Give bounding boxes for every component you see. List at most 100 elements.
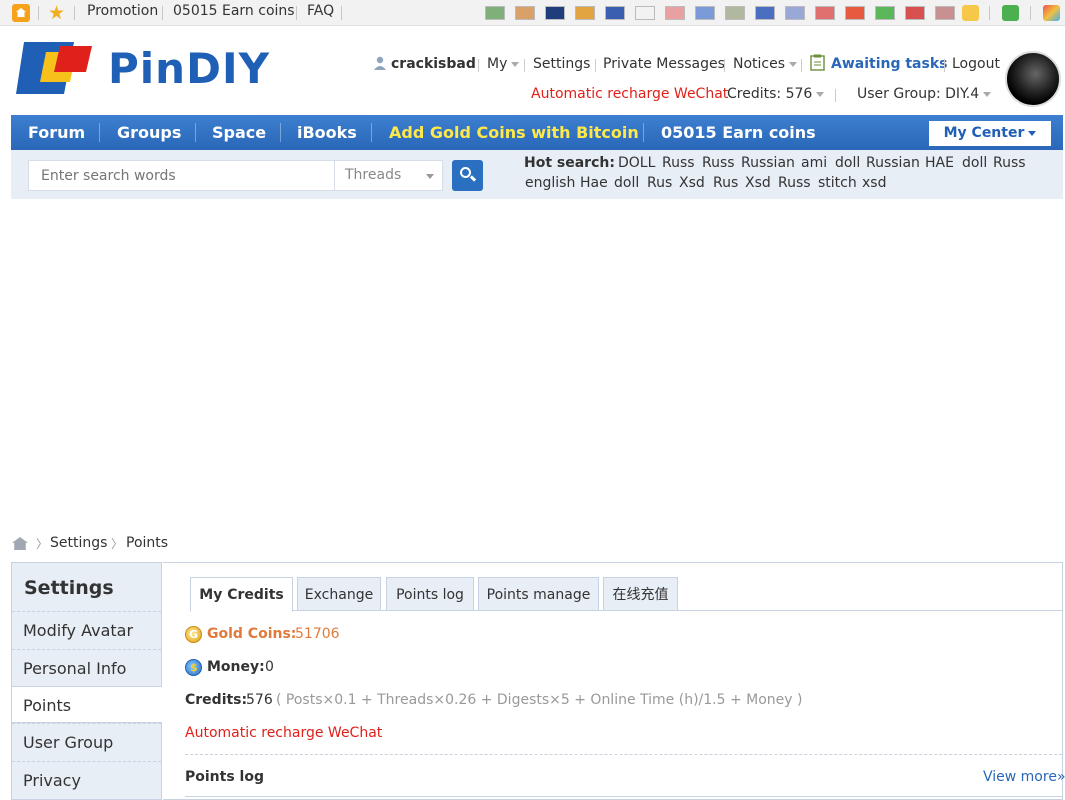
flag-icon[interactable] [845,6,865,20]
avatar[interactable] [1005,51,1061,107]
flag-icon[interactable] [785,6,805,20]
notices-menu[interactable]: Notices [733,56,798,72]
divider [74,6,75,20]
logout-link[interactable]: Logout [952,56,1000,72]
credits-label: Credits: [185,692,248,708]
flag-icon[interactable] [485,6,505,20]
sidebar-item-personal-info[interactable]: Personal Info [12,649,161,686]
search-type-value: Threads [345,167,402,183]
home-icon[interactable] [12,537,28,550]
hot-search-word[interactable]: Russian [866,155,920,171]
username-link[interactable]: crackisbad [391,56,476,72]
money-value: 0 [265,659,274,675]
divider [724,59,725,72]
hot-search-word[interactable]: stitch [818,175,857,191]
money-icon [185,659,202,676]
awaiting-tasks-link[interactable]: Awaiting tasks [831,56,947,72]
tab-points-log[interactable]: Points log [386,577,474,611]
credits-menu[interactable]: Credits: 576 [727,86,825,102]
flag-icon[interactable] [815,6,835,20]
hot-search-word[interactable]: DOLL [618,155,655,171]
tab-exchange[interactable]: Exchange [297,577,381,611]
hot-search-word[interactable]: Russ [993,155,1026,171]
promotion-link[interactable]: Promotion [87,3,158,19]
hot-search-word[interactable]: xsd [862,175,886,191]
star-icon[interactable]: ★ [48,2,65,24]
flag-icon[interactable] [545,6,565,20]
nav-add-gold-coins[interactable]: Add Gold Coins with Bitcoin [389,115,639,150]
glasses-icon[interactable] [962,5,979,21]
sidebar-item-modify-avatar[interactable]: Modify Avatar [12,611,161,648]
recycle-icon[interactable] [1002,5,1019,21]
nav-earn-coins[interactable]: 05015 Earn coins [661,115,816,150]
my-center-button[interactable]: My Center [929,121,1051,146]
view-more-link[interactable]: View more» [983,769,1065,785]
divider [989,6,990,20]
private-messages-link[interactable]: Private Messages [603,56,725,72]
breadcrumb-settings[interactable]: Settings [50,535,107,551]
hot-search-word[interactable]: english [525,175,575,191]
flag-icon[interactable] [875,6,895,20]
sidebar-item-user-group[interactable]: User Group [12,723,161,760]
hot-search-word[interactable]: Russ [662,155,695,171]
home-icon[interactable] [12,4,30,22]
flag-icon[interactable] [695,6,715,20]
user-group-menu[interactable]: User Group: DIY.4 [857,86,992,102]
hot-search-word[interactable]: doll [962,155,987,171]
flag-icon[interactable] [755,6,775,20]
chevron-down-icon [816,91,825,97]
tab-my-credits[interactable]: My Credits [190,577,293,612]
chevron-down-icon [983,91,992,97]
divider [185,754,1062,755]
settings-link[interactable]: Settings [533,56,590,72]
flag-icon[interactable] [665,6,685,20]
tab-online-recharge[interactable]: 在线充值 [603,577,678,611]
faq-link[interactable]: FAQ [307,3,334,19]
flag-icon[interactable] [575,6,595,20]
flag-icon[interactable] [515,6,535,20]
nav-forum[interactable]: Forum [28,115,85,150]
chevron-down-icon [426,174,434,179]
hot-search-word[interactable]: Rus [647,175,672,191]
search-button[interactable] [452,160,483,191]
flag-icon[interactable] [905,6,925,20]
divider [1030,6,1031,20]
hot-search-word[interactable]: Hae [580,175,608,191]
flag-icon[interactable] [635,6,655,20]
earn-coins-link[interactable]: 05015 Earn coins [173,3,295,19]
flag-icon[interactable] [605,6,625,20]
logo-text[interactable]: PinDIY [108,42,270,96]
flag-icon[interactable] [725,6,745,20]
hot-search-word[interactable]: Rus [713,175,738,191]
clipboard-icon [810,54,825,71]
recharge-wechat-link[interactable]: Automatic recharge WeChat [531,86,728,102]
recharge-wechat-link[interactable]: Automatic recharge WeChat [185,725,382,741]
flag-icon[interactable] [935,6,955,20]
my-menu[interactable]: My [487,56,520,72]
divider [835,89,836,102]
divider [643,123,644,142]
search-type-select[interactable]: Threads [334,160,443,191]
sidebar-item-privacy[interactable]: Privacy [12,761,161,798]
hot-search-word[interactable]: HAE [925,155,954,171]
hot-search-word[interactable]: Xsd [679,175,705,191]
divider [195,123,196,142]
hot-search-word[interactable]: Russ [702,155,735,171]
hot-search-word[interactable]: ami [801,155,827,171]
nav-ibooks[interactable]: iBooks [297,115,357,150]
search-input[interactable] [28,160,335,191]
breadcrumb-points[interactable]: Points [126,535,168,551]
hot-search-word[interactable]: Xsd [745,175,771,191]
nav-groups[interactable]: Groups [117,115,181,150]
tab-points-manage[interactable]: Points manage [478,577,599,611]
hot-search-word[interactable]: doll [614,175,639,191]
divider [280,123,281,142]
hot-search-word[interactable]: Russ [778,175,811,191]
hot-search-word[interactable]: Russian [741,155,795,171]
app-icon[interactable] [1043,5,1060,21]
logo-icon[interactable] [16,42,92,94]
nav-space[interactable]: Space [212,115,266,150]
top-toolbar: ★ Promotion 05015 Earn coins FAQ [0,0,1065,26]
hot-search-word[interactable]: doll [835,155,860,171]
sidebar-item-points[interactable]: Points [12,686,162,723]
